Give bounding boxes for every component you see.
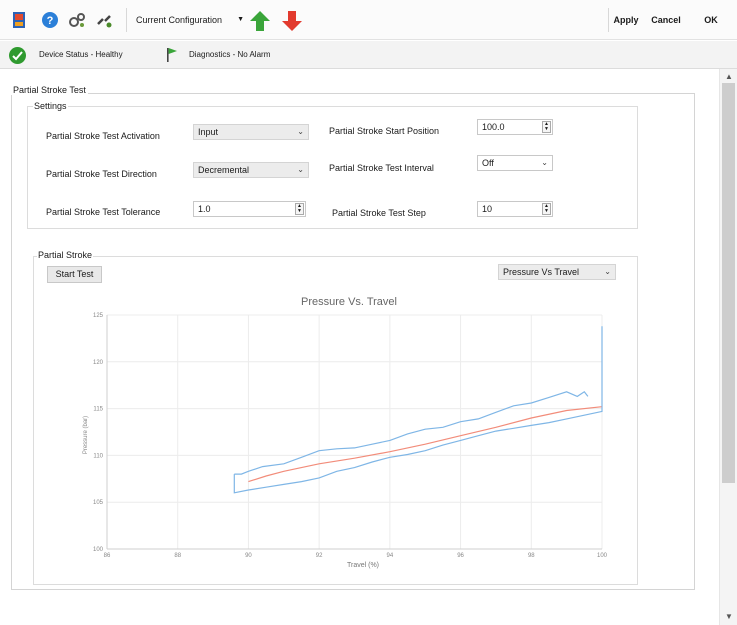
scroll-thumb[interactable] bbox=[722, 83, 735, 483]
direction-value: Decremental bbox=[198, 165, 250, 175]
x-tick-label: 94 bbox=[387, 553, 394, 559]
chevron-down-icon: ⌄ bbox=[604, 267, 611, 276]
y-tick-label: 125 bbox=[93, 313, 104, 319]
vertical-scrollbar[interactable]: ▲ ▼ bbox=[719, 69, 737, 625]
y-tick-label: 115 bbox=[93, 407, 103, 413]
direction-select[interactable]: Decremental ⌄ bbox=[193, 162, 309, 178]
scroll-up-icon[interactable]: ▲ bbox=[720, 71, 737, 83]
activation-select[interactable]: Input ⌄ bbox=[193, 124, 309, 140]
device-icon[interactable] bbox=[10, 10, 30, 30]
step-spinner[interactable]: 10 ▲ ▼ bbox=[477, 201, 553, 217]
start-test-button[interactable]: Start Test bbox=[47, 266, 102, 283]
spinner-arrows-icon[interactable]: ▲ ▼ bbox=[295, 203, 304, 215]
x-axis-label: Travel (%) bbox=[347, 562, 379, 569]
chevron-down-icon: ▼ bbox=[237, 16, 244, 23]
y-tick-label: 110 bbox=[93, 453, 103, 459]
x-tick-label: 86 bbox=[104, 553, 111, 559]
ok-button[interactable]: OK bbox=[699, 12, 723, 28]
y-axis-label: Pressure (bar) bbox=[83, 416, 89, 454]
x-tick-label: 96 bbox=[457, 553, 464, 559]
x-tick-label: 90 bbox=[245, 553, 252, 559]
healthy-check-icon bbox=[9, 47, 26, 64]
interval-select[interactable]: Off ⌄ bbox=[477, 155, 553, 171]
tolerance-value: 1.0 bbox=[198, 204, 211, 214]
toolbar: ? Current Configuration ▼ Apply Cancel O… bbox=[0, 0, 737, 40]
y-tick-label: 100 bbox=[93, 547, 104, 553]
toolbar-separator bbox=[126, 8, 127, 32]
activation-value: Input bbox=[198, 127, 219, 137]
help-icon[interactable]: ? bbox=[40, 10, 60, 30]
flag-icon bbox=[167, 48, 177, 62]
start-position-label: Partial Stroke Start Position bbox=[329, 126, 440, 136]
start-position-value: 100.0 bbox=[482, 122, 505, 132]
panel-title: Partial Stroke Test bbox=[11, 85, 88, 95]
chevron-down-icon: ⌄ bbox=[541, 158, 548, 167]
download-arrow-icon[interactable] bbox=[281, 10, 303, 32]
series-line-2 bbox=[248, 406, 603, 483]
x-tick-label: 92 bbox=[316, 553, 323, 559]
interval-label: Partial Stroke Test Interval bbox=[329, 163, 434, 173]
series-line-1 bbox=[234, 390, 589, 475]
toolbar-separator bbox=[608, 8, 609, 32]
direction-label: Partial Stroke Test Direction bbox=[46, 169, 157, 179]
partial-stroke-title: Partial Stroke bbox=[37, 250, 94, 260]
y-tick-label: 105 bbox=[93, 500, 104, 506]
step-label: Partial Stroke Test Step bbox=[332, 208, 426, 218]
x-tick-label: 98 bbox=[528, 553, 535, 559]
interval-value: Off bbox=[482, 158, 494, 168]
chart-axes: 86 88 90 92 94 96 98 100 100 105 110 115 120 125 bbox=[93, 313, 608, 559]
x-tick-label: 88 bbox=[174, 553, 181, 559]
configuration-label: Current Configuration bbox=[136, 15, 223, 25]
y-tick-label: 120 bbox=[93, 360, 104, 366]
chevron-down-icon: ⌄ bbox=[297, 165, 304, 174]
step-value: 10 bbox=[482, 204, 493, 214]
svg-text:?: ? bbox=[47, 15, 54, 27]
chart-title: Pressure Vs. Travel bbox=[301, 296, 397, 308]
series-line-3 bbox=[233, 326, 603, 494]
x-tick-label: 100 bbox=[597, 553, 608, 559]
settings-icon[interactable] bbox=[67, 10, 87, 30]
plot-type-value: Pressure Vs Travel bbox=[503, 267, 580, 277]
scroll-down-icon[interactable]: ▼ bbox=[720, 611, 737, 623]
device-status[interactable]: Device Status - Healthy bbox=[39, 50, 123, 59]
activation-label: Partial Stroke Test Activation bbox=[46, 131, 160, 141]
configuration-select[interactable]: Current Configuration ▼ bbox=[134, 11, 246, 29]
spinner-arrows-icon[interactable]: ▲ ▼ bbox=[542, 121, 551, 133]
plot-type-select[interactable]: Pressure Vs Travel ⌄ bbox=[498, 264, 616, 280]
chart-grid bbox=[106, 314, 603, 550]
cancel-button[interactable]: Cancel bbox=[648, 12, 684, 28]
upload-arrow-icon[interactable] bbox=[249, 10, 271, 32]
spinner-arrows-icon[interactable]: ▲ ▼ bbox=[542, 203, 551, 215]
status-bar: Device Status - Healthy Diagnostics - No… bbox=[0, 41, 737, 69]
pressure-travel-chart: Pressure Vs. Travel 86 88 90 92 94 96 98 100 100… bbox=[83, 296, 608, 569]
link-icon[interactable] bbox=[94, 10, 114, 30]
chevron-down-icon: ⌄ bbox=[297, 127, 304, 136]
diagnostics-status[interactable]: Diagnostics - No Alarm bbox=[189, 50, 270, 59]
tolerance-label: Partial Stroke Test Tolerance bbox=[46, 207, 161, 217]
chart-series bbox=[233, 326, 603, 494]
apply-button[interactable]: Apply bbox=[610, 12, 642, 28]
settings-title: Settings bbox=[33, 101, 68, 111]
start-position-spinner[interactable]: 100.0 ▲ ▼ bbox=[477, 119, 553, 135]
tolerance-spinner[interactable]: 1.0 ▲ ▼ bbox=[193, 201, 306, 217]
